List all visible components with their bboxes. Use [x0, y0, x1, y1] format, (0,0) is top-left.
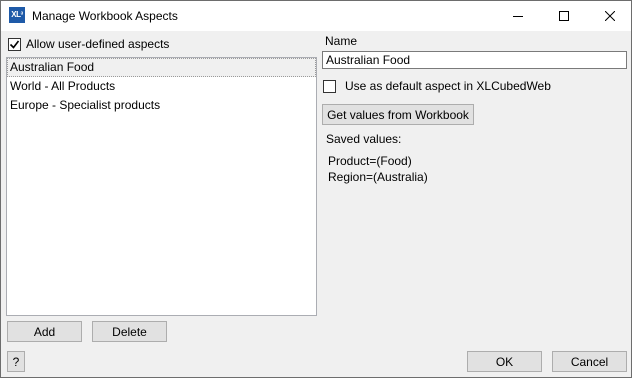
list-item[interactable]: World - All Products	[7, 77, 316, 96]
checkbox-box[interactable]	[8, 37, 21, 51]
aspects-list[interactable]: Australian Food World - All Products Eur…	[6, 57, 317, 316]
maximize-button[interactable]	[541, 1, 587, 31]
xlcubed-app-icon: XL³	[9, 7, 25, 23]
list-item[interactable]: Australian Food	[7, 58, 316, 77]
saved-value-line: Product=(Food)	[328, 154, 412, 168]
saved-value-line: Region=(Australia)	[328, 170, 428, 184]
add-button[interactable]: Add	[7, 321, 82, 342]
allow-user-defined-label: Allow user-defined aspects	[26, 37, 170, 51]
help-button[interactable]: ?	[7, 351, 25, 372]
get-values-from-workbook-button[interactable]: Get values from Workbook	[322, 104, 474, 125]
close-button[interactable]	[587, 1, 632, 31]
close-icon	[605, 11, 615, 21]
list-item[interactable]: Europe - Specialist products	[7, 96, 316, 115]
name-label: Name	[325, 34, 358, 48]
manage-workbook-aspects-dialog: XL³ Manage Workbook Aspects Allow user-d…	[0, 0, 632, 378]
saved-values-label: Saved values:	[326, 132, 402, 146]
default-aspect-checkbox[interactable]: Use as default aspect in XLCubedWeb	[323, 79, 551, 93]
window-title: Manage Workbook Aspects	[32, 9, 178, 23]
minimize-button[interactable]	[495, 1, 541, 31]
checkbox-box[interactable]	[323, 79, 336, 93]
default-aspect-label: Use as default aspect in XLCubedWeb	[345, 79, 551, 93]
maximize-icon	[559, 11, 569, 21]
ok-button[interactable]: OK	[467, 351, 542, 372]
checkmark-icon	[9, 40, 20, 49]
cancel-button[interactable]: Cancel	[552, 351, 627, 372]
title-bar: XL³ Manage Workbook Aspects	[1, 1, 631, 31]
allow-user-defined-checkbox[interactable]: Allow user-defined aspects	[8, 37, 169, 51]
name-field[interactable]: Australian Food	[322, 51, 627, 69]
minimize-icon	[513, 16, 523, 17]
delete-button[interactable]: Delete	[92, 321, 167, 342]
